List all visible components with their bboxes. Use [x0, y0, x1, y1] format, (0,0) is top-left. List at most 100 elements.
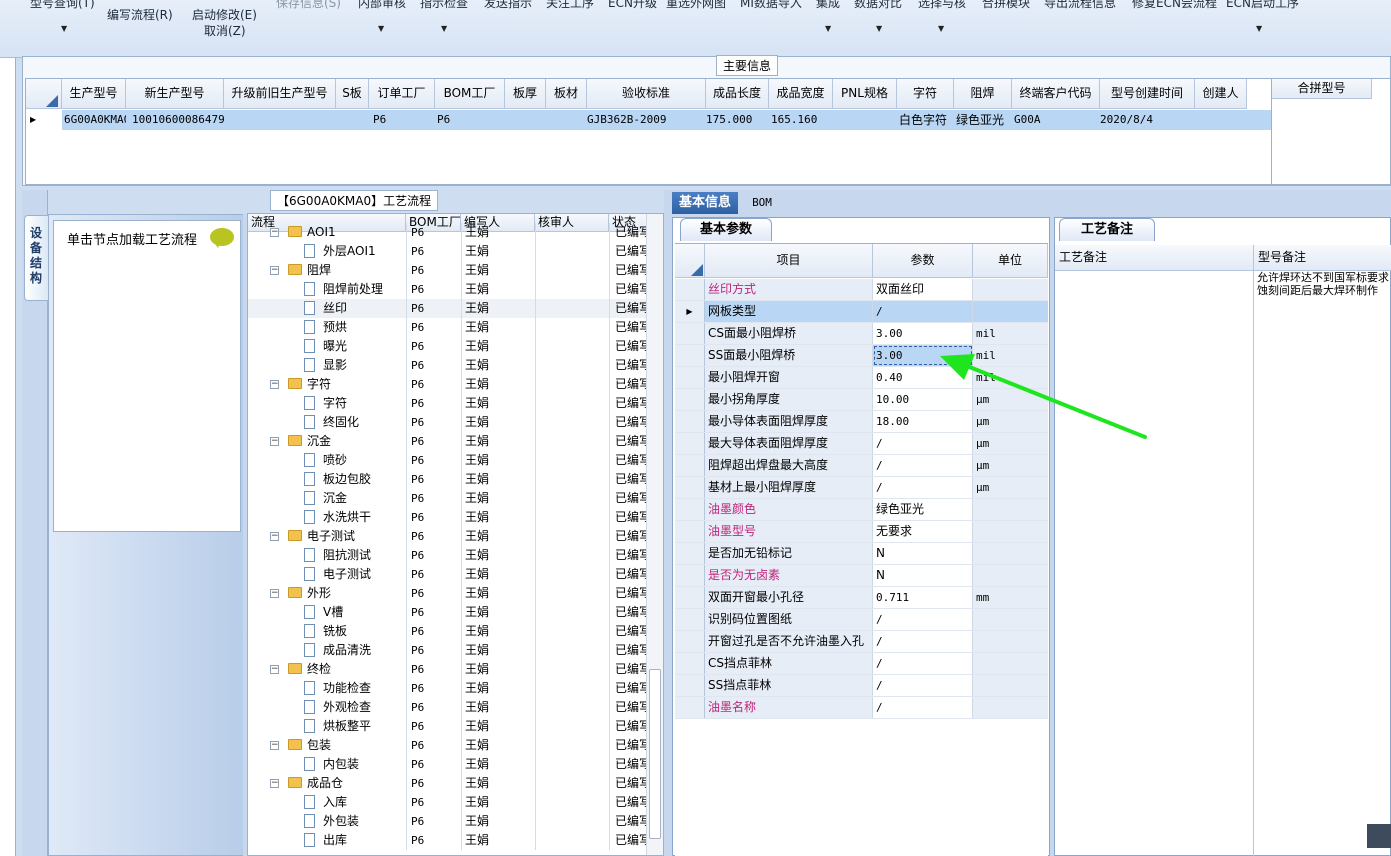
- cell-standard[interactable]: GJB362B-2009: [587, 110, 706, 130]
- tree-row[interactable]: 成品清洗 P6 王娟 已编写: [248, 641, 648, 660]
- col-character[interactable]: 字符: [897, 79, 954, 109]
- collapse-toggle-icon[interactable]: −: [270, 741, 279, 750]
- param-row[interactable]: ▶ 网板类型 /: [675, 301, 1048, 323]
- chevron-down-icon[interactable]: ▼: [441, 24, 447, 33]
- tree-row[interactable]: 喷砂 P6 王娟 已编写: [248, 451, 648, 470]
- param-row[interactable]: 阻焊超出焊盘最大高度 / μm: [675, 455, 1048, 477]
- cell-old-model[interactable]: [224, 110, 336, 130]
- collapse-toggle-icon[interactable]: −: [270, 380, 279, 389]
- param-value[interactable]: /: [873, 477, 973, 498]
- menu-export-flow[interactable]: 导出流程信息: [1044, 0, 1116, 11]
- param-row[interactable]: SS挡点菲林 /: [675, 675, 1048, 697]
- tree-row[interactable]: 阻抗测试 P6 王娟 已编写: [248, 546, 648, 565]
- col-customer-code[interactable]: 终端客户代码: [1012, 79, 1100, 109]
- tree-row[interactable]: − 终检 P6 王娟 已编写: [248, 660, 648, 679]
- param-row[interactable]: 开窗过孔是否不允许油墨入孔 /: [675, 631, 1048, 653]
- col-model[interactable]: 生产型号: [62, 79, 126, 109]
- param-row[interactable]: 油墨型号 无要求: [675, 521, 1048, 543]
- tree-row[interactable]: 曝光 P6 王娟 已编写: [248, 337, 648, 356]
- menu-internal-review[interactable]: 内部审核: [358, 0, 406, 11]
- param-row[interactable]: 是否加无铅标记 N: [675, 543, 1048, 565]
- col-order-factory[interactable]: 订单工厂: [369, 79, 435, 109]
- cell-width[interactable]: 165.160: [769, 110, 833, 130]
- param-value[interactable]: 0.40: [873, 367, 973, 388]
- remark-col-model[interactable]: 型号备注: [1254, 245, 1391, 271]
- tree-row[interactable]: 功能检查 P6 王娟 已编写: [248, 679, 648, 698]
- tree-row[interactable]: − 沉金 P6 王娟 已编写: [248, 432, 648, 451]
- tree-row[interactable]: − 电子测试 P6 王娟 已编写: [248, 527, 648, 546]
- cell-customer-code[interactable]: G00A: [1012, 110, 1100, 130]
- collapse-toggle-icon[interactable]: −: [270, 589, 279, 598]
- cell-model[interactable]: 6G00A0KMA0: [62, 110, 126, 130]
- col-width[interactable]: 成品宽度: [769, 79, 833, 109]
- cell-bom-factory[interactable]: P6: [435, 110, 505, 130]
- param-value[interactable]: /: [873, 609, 973, 630]
- tab-basic-params[interactable]: 基本参数: [680, 218, 772, 241]
- cell-new-model[interactable]: 10010600086479: [126, 110, 224, 130]
- remark-col-process[interactable]: 工艺备注: [1055, 245, 1253, 271]
- param-col-item[interactable]: 项目: [705, 244, 873, 278]
- col-created[interactable]: 型号创建时间: [1100, 79, 1195, 109]
- tree-row[interactable]: 外层AOI1 P6 王娟 已编写: [248, 242, 648, 261]
- cell-order-factory[interactable]: P6: [369, 110, 435, 130]
- param-row[interactable]: 是否为无卤素 N: [675, 565, 1048, 587]
- param-row[interactable]: 丝印方式 双面丝印: [675, 279, 1048, 301]
- param-value[interactable]: 绿色亚光: [873, 499, 973, 520]
- cell-length[interactable]: 175.000: [706, 110, 769, 130]
- param-row[interactable]: 最大导体表面阻焊厚度 / μm: [675, 433, 1048, 455]
- collapse-toggle-icon[interactable]: −: [270, 266, 279, 275]
- tree-row[interactable]: 铣板 P6 王娟 已编写: [248, 622, 648, 641]
- param-row[interactable]: 油墨颜色 绿色亚光: [675, 499, 1048, 521]
- param-row[interactable]: 识别码位置图纸 /: [675, 609, 1048, 631]
- param-row[interactable]: 双面开窗最小孔径 0.711 mm: [675, 587, 1048, 609]
- param-value[interactable]: 无要求: [873, 521, 973, 542]
- tree-row[interactable]: 字符 P6 王娟 已编写: [248, 394, 648, 413]
- tab-process-remark[interactable]: 工艺备注: [1059, 218, 1155, 241]
- cell-creator[interactable]: [1195, 110, 1271, 130]
- merge-model-header[interactable]: 合拼型号: [1272, 79, 1372, 99]
- param-col-unit[interactable]: 单位: [973, 244, 1048, 278]
- tree-scrollbar[interactable]: [646, 214, 663, 855]
- cell-s-board[interactable]: [336, 110, 369, 130]
- param-row[interactable]: 油墨名称 /: [675, 697, 1048, 719]
- tree-row[interactable]: 烘板整平 P6 王娟 已编写: [248, 717, 648, 736]
- menu-write-flow[interactable]: 编写流程(R): [107, 6, 173, 23]
- menu-data-compare[interactable]: 数据对比: [854, 0, 902, 11]
- chevron-down-icon[interactable]: ▼: [1256, 24, 1262, 33]
- col-new-model[interactable]: 新生产型号: [126, 79, 224, 109]
- corner-grip-icon[interactable]: [1367, 824, 1391, 848]
- col-old-model[interactable]: 升级前旧生产型号: [224, 79, 336, 109]
- cell-created[interactable]: 2020/8/4: [1100, 110, 1195, 130]
- param-row[interactable]: 基材上最小阻焊厚度 / μm: [675, 477, 1048, 499]
- tree-row[interactable]: 内包装 P6 王娟 已编写: [248, 755, 648, 774]
- model-remark-text[interactable]: 允许焊环达不到国军标要求 蚀刻间距后最大焊环制作: [1257, 271, 1391, 311]
- param-value[interactable]: /: [873, 301, 973, 322]
- param-row[interactable]: SS面最小阻焊桥 3.00 mil: [675, 345, 1048, 367]
- tree-row[interactable]: − 字符 P6 王娟 已编写: [248, 375, 648, 394]
- cell-thickness[interactable]: [505, 110, 546, 130]
- collapse-toggle-icon[interactable]: −: [270, 437, 279, 446]
- tree-row[interactable]: 板边包胶 P6 王娟 已编写: [248, 470, 648, 489]
- param-value[interactable]: /: [873, 631, 973, 652]
- param-value[interactable]: /: [873, 697, 973, 718]
- param-value[interactable]: N: [873, 543, 973, 564]
- tree-row[interactable]: 阻焊前处理 P6 王娟 已编写: [248, 280, 648, 299]
- col-material[interactable]: 板材: [546, 79, 587, 109]
- collapse-toggle-icon[interactable]: −: [270, 532, 279, 541]
- cell-material[interactable]: [546, 110, 587, 130]
- param-value[interactable]: 双面丝印: [873, 279, 973, 300]
- cell-character[interactable]: 白色字符: [897, 110, 954, 130]
- menu-cancel[interactable]: 取消(Z): [204, 22, 246, 39]
- param-value[interactable]: /: [873, 653, 973, 674]
- menu-focus-process[interactable]: 关注工序: [546, 0, 594, 11]
- param-row[interactable]: 最小阻焊开窗 0.40 mil: [675, 367, 1048, 389]
- menu-save[interactable]: 保存信息(S): [276, 0, 341, 11]
- chevron-down-icon[interactable]: ▼: [378, 24, 384, 33]
- collapse-toggle-icon[interactable]: −: [270, 779, 279, 788]
- tree-row[interactable]: 显影 P6 王娟 已编写: [248, 356, 648, 375]
- tree-row[interactable]: 水洗烘干 P6 王娟 已编写: [248, 508, 648, 527]
- tree-row[interactable]: V槽 P6 王娟 已编写: [248, 603, 648, 622]
- tab-bom[interactable]: BOM: [742, 192, 782, 214]
- col-creator[interactable]: 创建人: [1195, 79, 1247, 109]
- param-value[interactable]: 3.00: [873, 323, 973, 344]
